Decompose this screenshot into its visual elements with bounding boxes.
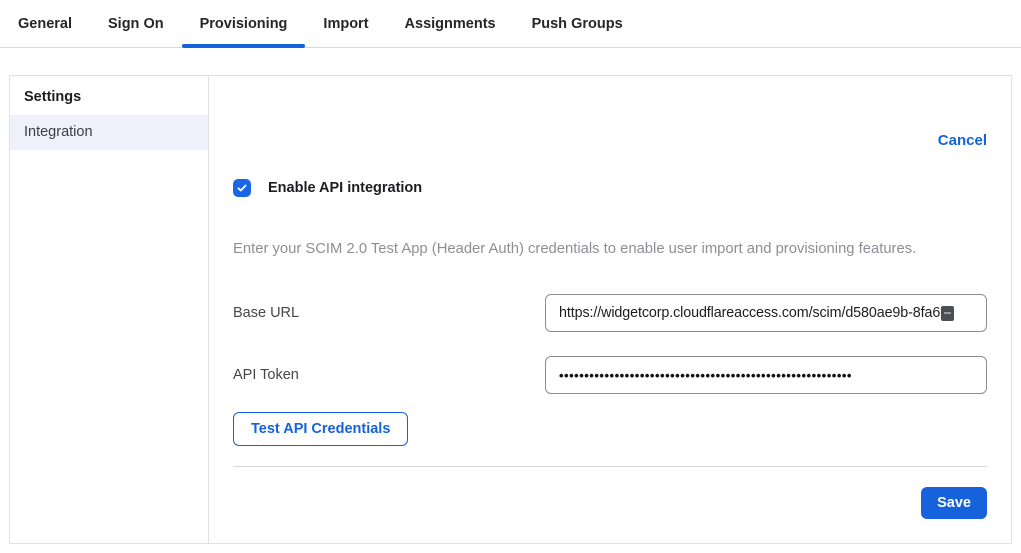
cancel-row: Cancel <box>233 132 987 149</box>
tab-push-groups[interactable]: Push Groups <box>514 0 641 47</box>
sidebar-item-integration[interactable]: Integration <box>10 115 208 150</box>
integration-settings-form: Cancel Enable API integration Enter your… <box>209 76 1011 543</box>
api-token-row: API Token <box>233 356 987 394</box>
provisioning-panel: Settings Integration Cancel Enable API i… <box>9 75 1012 544</box>
enable-api-label: Enable API integration <box>268 180 422 196</box>
footer-divider <box>233 466 987 467</box>
base-url-row: Base URL https://widgetcorp.cloudflareac… <box>233 294 987 332</box>
base-url-value: https://widgetcorp.cloudflareaccess.com/… <box>559 305 940 321</box>
input-overflow-selection <box>941 306 954 321</box>
api-token-label: API Token <box>233 367 299 383</box>
enable-api-row: Enable API integration <box>233 179 987 197</box>
api-token-input[interactable] <box>545 356 987 394</box>
sidebar-header-settings: Settings <box>10 80 208 115</box>
credentials-description: Enter your SCIM 2.0 Test App (Header Aut… <box>233 241 987 257</box>
app-tab-bar: General Sign On Provisioning Import Assi… <box>0 0 1021 48</box>
base-url-label: Base URL <box>233 305 299 321</box>
enable-api-checkbox[interactable] <box>233 179 251 197</box>
save-button[interactable]: Save <box>921 487 987 519</box>
tab-assignments[interactable]: Assignments <box>387 0 514 47</box>
test-api-credentials-button[interactable]: Test API Credentials <box>233 412 408 446</box>
base-url-input[interactable]: https://widgetcorp.cloudflareaccess.com/… <box>545 294 987 332</box>
cancel-link[interactable]: Cancel <box>938 132 987 149</box>
tab-provisioning[interactable]: Provisioning <box>182 0 306 47</box>
save-row: Save <box>233 487 987 519</box>
checkmark-icon <box>236 182 248 194</box>
tab-import[interactable]: Import <box>305 0 386 47</box>
tab-sign-on[interactable]: Sign On <box>90 0 182 47</box>
test-credentials-row: Test API Credentials <box>233 412 987 446</box>
settings-sidebar: Settings Integration <box>10 76 209 543</box>
tab-general[interactable]: General <box>0 0 90 47</box>
